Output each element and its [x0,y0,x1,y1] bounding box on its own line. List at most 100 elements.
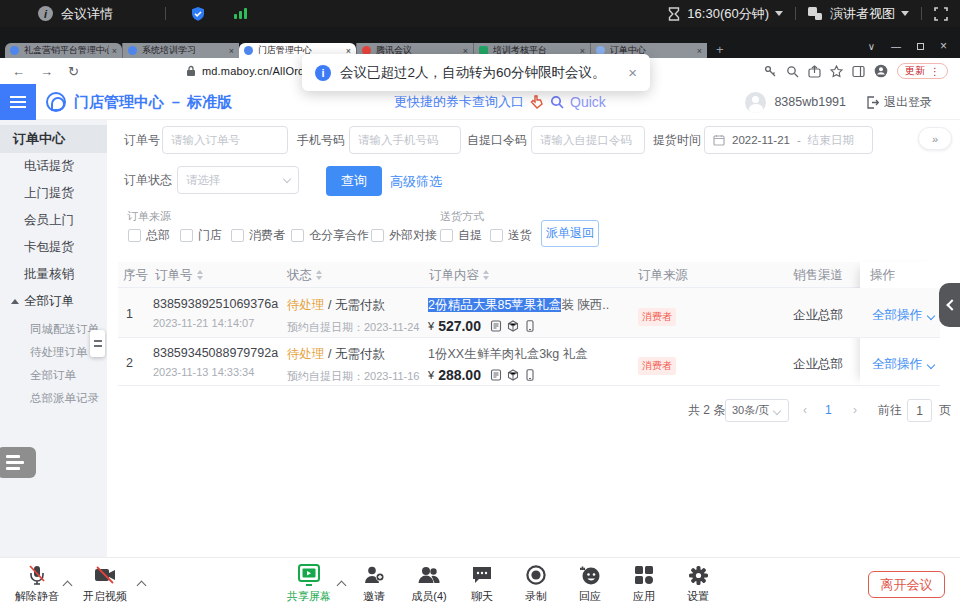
col-status[interactable]: 状态 [287,262,322,288]
quick-entry-link[interactable]: 更快捷的券卡查询入口 [394,93,524,111]
share-icon[interactable] [808,65,821,78]
code-label: 自提口令码 [467,126,527,154]
sidebar-subitem-all-orders[interactable]: 全部订单 [0,364,107,387]
checkbox-hq[interactable]: 总部 [128,227,170,244]
sidebar-item-card-pickup[interactable]: 卡包提货 [0,234,107,261]
package-icon[interactable] [507,320,519,332]
new-tab-button[interactable]: + [716,42,724,57]
timer-dropdown-caret[interactable] [775,11,783,16]
phone-icon[interactable] [524,320,536,332]
receipt-icon[interactable] [490,320,502,332]
row2-channel: 企业总部 [793,356,843,373]
leave-meeting-button[interactable]: 离开会议 [868,571,945,598]
microphone-muted-icon [27,564,47,586]
react-button[interactable]: 回应 [561,564,619,604]
col-order-no[interactable]: 订单号 [155,262,203,288]
phone-icon[interactable] [524,369,536,381]
forward-button[interactable]: → [40,64,53,79]
apps-button[interactable]: 应用 [615,564,673,604]
panel-toggle-handle[interactable] [939,283,960,327]
goto-page-input[interactable]: 1 [907,399,932,422]
chat-button[interactable]: 聊天 [453,564,511,604]
network-signal-icon[interactable] [234,8,247,19]
toast-close-icon[interactable]: × [628,64,637,81]
logout-button[interactable]: 退出登录 [884,94,932,111]
quick-label[interactable]: Quick [570,94,606,110]
reload-button[interactable]: ↻ [68,64,79,79]
share-screen-button[interactable]: 共享屏幕 [280,564,338,604]
query-button[interactable]: 查询 [326,166,382,196]
settings-button[interactable]: 设置 [669,564,727,604]
order-status-select[interactable]: 请选择 [177,166,299,194]
delivery-method-label: 送货方式 [440,209,484,224]
next-page-button[interactable]: › [853,399,857,422]
window-close-icon[interactable]: × [940,39,947,53]
tab-close-icon[interactable]: × [112,46,117,56]
view-dropdown-caret[interactable] [901,11,909,16]
col-content[interactable]: 订单内容 [429,262,489,288]
profile-icon[interactable] [874,64,888,78]
chat-icon [471,564,493,586]
username[interactable]: 8385wb1991 [774,95,846,109]
sidebar-group-all-orders[interactable]: 全部订单 [0,288,107,315]
update-button[interactable]: 更新⋮ [897,63,948,79]
row1-action-dropdown[interactable]: 全部操作 [872,307,934,324]
security-shield-icon[interactable] [190,6,206,22]
window-dropdown-icon[interactable]: ∨ [868,41,875,52]
prev-page-button[interactable]: ‹ [803,399,807,422]
page-size-select[interactable]: 30条/页 [725,399,789,422]
record-icon [525,564,547,586]
fullscreen-icon[interactable] [934,7,948,21]
members-button[interactable]: 成员(4) [400,564,458,604]
checkbox-store[interactable]: 门店 [180,227,222,244]
key-icon[interactable] [764,65,777,78]
row1-status: 待处理 / 无需付款预约自提日期：2023-11-24 [287,297,419,335]
sidebar-item-batch-verify[interactable]: 批量核销 [0,261,107,288]
tab-close-icon[interactable]: × [697,46,702,56]
row2-action-dropdown[interactable]: 全部操作 [872,356,934,373]
start-video-button[interactable]: 开启视频 [76,564,134,604]
zoom-icon[interactable] [786,65,799,78]
sidebar-collapse-handle[interactable] [90,330,105,357]
expand-toggle-button[interactable]: » [918,127,952,150]
browser-tab-1[interactable]: 礼盒营销平台管理中心 × [5,43,122,58]
unmute-button[interactable]: 解除静音 [8,564,66,604]
side-panel-icon[interactable] [852,65,865,78]
phone-input[interactable]: 请输入手机号码 [349,126,461,154]
browser-tab-2[interactable]: 系统培训学习 × [122,43,239,58]
code-input[interactable]: 请输入自提口令码 [531,126,645,154]
bookmark-star-icon[interactable] [830,65,843,78]
meeting-info-icon[interactable]: i [38,6,53,21]
menu-dots-icon[interactable]: ⋮ [930,66,940,77]
checkbox-consumer[interactable]: 消费者 [231,227,285,244]
user-avatar[interactable] [745,92,766,113]
sidebar-item-phone-pickup[interactable]: 电话提货 [0,153,107,180]
tab-close-icon[interactable]: × [229,46,234,56]
package-icon[interactable] [507,369,519,381]
date-range-input[interactable]: 2022-11-21 - 结束日期 [704,126,873,154]
return-dispatch-button[interactable]: 派单退回 [541,220,599,247]
window-minimize-icon[interactable]: — [891,41,901,52]
floating-list-button[interactable] [0,447,36,478]
view-mode-label[interactable]: 演讲者视图 [830,5,895,23]
chevron-left-icon [946,299,957,310]
video-options-caret[interactable] [137,581,147,591]
invite-button[interactable]: 邀请 [345,564,403,604]
sidebar-subitem-hq-dispatch[interactable]: 总部派单记录 [0,387,107,410]
order-no-input[interactable]: 请输入订单号 [162,126,288,154]
record-button[interactable]: 录制 [507,564,565,604]
meeting-details-label[interactable]: 会议详情 [61,5,113,23]
sidebar-item-member-visit[interactable]: 会员上门 [0,207,107,234]
page-number-current[interactable]: 1 [825,399,832,422]
window-maximize-icon[interactable] [917,43,924,50]
advanced-filter-link[interactable]: 高级筛选 [390,173,442,191]
meeting-topbar: i 会议详情 16:30(60分钟) 演讲者视图 [0,0,960,27]
checkbox-delivery[interactable]: 送货 [490,227,532,244]
checkbox-warehouse-share[interactable]: 仓分享合作 [291,227,369,244]
sidebar-item-door-pickup[interactable]: 上门提货 [0,180,107,207]
checkbox-self-pickup[interactable]: 自提 [440,227,482,244]
checkbox-external[interactable]: 外部对接 [371,227,437,244]
menu-hamburger-button[interactable] [0,84,36,120]
receipt-icon[interactable] [490,369,502,381]
back-button[interactable]: ← [12,64,25,79]
